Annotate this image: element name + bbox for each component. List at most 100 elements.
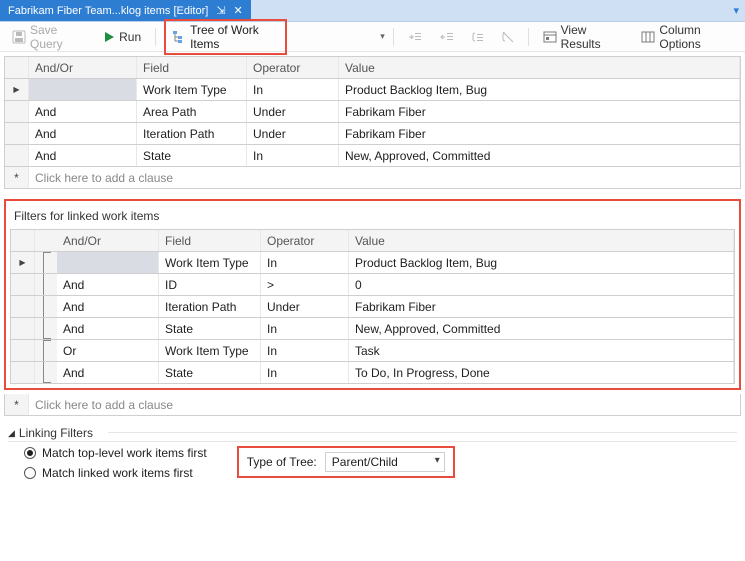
close-icon[interactable]: ✕ [234,4,243,17]
indent-icon[interactable] [402,29,428,45]
cell-operator[interactable]: Under [261,296,349,317]
cell-andor[interactable] [29,79,137,100]
separator [393,28,394,46]
query-type-dropdown[interactable]: Tree of Work Items [164,19,287,55]
cell-operator[interactable]: In [247,79,339,100]
cell-value[interactable]: Fabrikam Fiber [339,101,740,122]
view-results-icon [543,31,557,43]
cell-operator[interactable]: In [247,145,339,166]
linked-filter-grid: And/Or Field Operator Value Work Item Ty… [10,229,735,384]
add-clause-row[interactable]: Click here to add a clause [5,167,740,189]
linked-filters-title: Filters for linked work items [10,205,735,229]
grid-row[interactable]: And Iteration Path Under Fabrikam Fiber [5,123,740,145]
header-andor[interactable]: And/Or [29,57,137,78]
column-options-icon [641,31,655,43]
cell-value[interactable]: 0 [349,274,734,295]
group-bracket [35,362,57,383]
header-value[interactable]: Value [349,230,734,251]
radio-match-linked[interactable]: Match linked work items first [24,466,207,480]
type-of-tree-select[interactable]: Parent/Child [325,452,445,472]
grid-row[interactable]: Work Item Type In Product Backlog Item, … [11,252,734,274]
group-bracket [35,318,57,339]
grid-row[interactable]: And State In New, Approved, Committed [11,318,734,340]
cell-andor[interactable]: And [57,296,159,317]
linking-filters-title: Linking Filters [19,426,93,440]
grid-row[interactable]: Or Work Item Type In Task [11,340,734,362]
cell-value[interactable]: New, Approved, Committed [339,145,740,166]
header-field[interactable]: Field [159,230,261,251]
save-query-label: Save Query [30,23,85,51]
cell-field[interactable]: Iteration Path [159,296,261,317]
cell-andor[interactable]: And [57,274,159,295]
radio-icon [24,467,36,479]
add-clause-label: Click here to add a clause [29,167,740,188]
header-andor[interactable]: And/Or [57,230,159,251]
cell-operator[interactable]: Under [247,123,339,144]
run-button[interactable]: Run [97,28,147,46]
cell-field[interactable]: Work Item Type [159,340,261,361]
grid-row[interactable]: And Iteration Path Under Fabrikam Fiber [11,296,734,318]
cell-field[interactable]: State [159,318,261,339]
cell-value[interactable]: Fabrikam Fiber [339,123,740,144]
view-results-button[interactable]: View Results [537,21,626,53]
cell-value[interactable]: Fabrikam Fiber [349,296,734,317]
ungroup-icon[interactable] [496,29,520,45]
grid-row[interactable]: And State In To Do, In Progress, Done [11,362,734,384]
cell-field[interactable]: State [137,145,247,166]
grid-row[interactable]: And State In New, Approved, Committed [5,145,740,167]
cell-value[interactable]: Product Backlog Item, Bug [339,79,740,100]
header-operator[interactable]: Operator [261,230,349,251]
grid-row[interactable]: And Area Path Under Fabrikam Fiber [5,101,740,123]
grid-row[interactable]: And ID > 0 [11,274,734,296]
cell-field[interactable]: Iteration Path [137,123,247,144]
outdent-icon[interactable] [434,29,460,45]
cell-value[interactable]: Task [349,340,734,361]
header-operator[interactable]: Operator [247,57,339,78]
header-value[interactable]: Value [339,57,740,78]
add-clause-label: Click here to add a clause [29,394,740,415]
type-of-tree-group: Type of Tree: Parent/Child [237,446,455,478]
grid-header: And/Or Field Operator Value [11,230,734,252]
column-options-label: Column Options [659,23,733,51]
grid-row[interactable]: Work Item Type In Product Backlog Item, … [5,79,740,101]
group-bracket [35,340,57,361]
separator [528,28,529,46]
cell-andor[interactable]: And [29,145,137,166]
save-query-button[interactable]: Save Query [6,21,91,53]
cell-operator[interactable]: In [261,318,349,339]
filter-grid: And/Or Field Operator Value Work Item Ty… [4,56,741,189]
cell-andor[interactable]: And [29,123,137,144]
cell-andor[interactable] [57,252,159,273]
cell-value[interactable]: To Do, In Progress, Done [349,362,734,383]
group-bracket [35,274,57,295]
cell-andor[interactable]: Or [57,340,159,361]
cell-field[interactable]: State [159,362,261,383]
cell-andor[interactable]: And [57,318,159,339]
titlebar-overflow[interactable]: ▾ [733,0,745,21]
match-order-radio-group: Match top-level work items first Match l… [24,446,207,480]
cell-operator[interactable]: In [261,340,349,361]
cell-operator[interactable]: Under [247,101,339,122]
collapse-icon[interactable]: ◢ [8,428,15,439]
cell-value[interactable]: New, Approved, Committed [349,318,734,339]
cell-andor[interactable]: And [29,101,137,122]
header-field[interactable]: Field [137,57,247,78]
add-clause-row[interactable]: Click here to add a clause [4,394,741,416]
query-type-arrow[interactable]: ▾ [380,31,385,42]
group-bracket [35,296,57,317]
column-options-button[interactable]: Column Options [635,21,739,53]
linking-filters-section: ◢ Linking Filters Match top-level work i… [8,422,737,492]
cell-value[interactable]: Product Backlog Item, Bug [349,252,734,273]
radio-match-top-level[interactable]: Match top-level work items first [24,446,207,460]
cell-field[interactable]: ID [159,274,261,295]
cell-operator[interactable]: > [261,274,349,295]
cell-field[interactable]: Work Item Type [137,79,247,100]
cell-operator[interactable]: In [261,362,349,383]
cell-andor[interactable]: And [57,362,159,383]
type-of-tree-label: Type of Tree: [247,455,317,469]
group-icon[interactable] [466,29,490,45]
cell-field[interactable]: Area Path [137,101,247,122]
pin-icon[interactable]: ⇲ [216,4,225,17]
cell-field[interactable]: Work Item Type [159,252,261,273]
cell-operator[interactable]: In [261,252,349,273]
